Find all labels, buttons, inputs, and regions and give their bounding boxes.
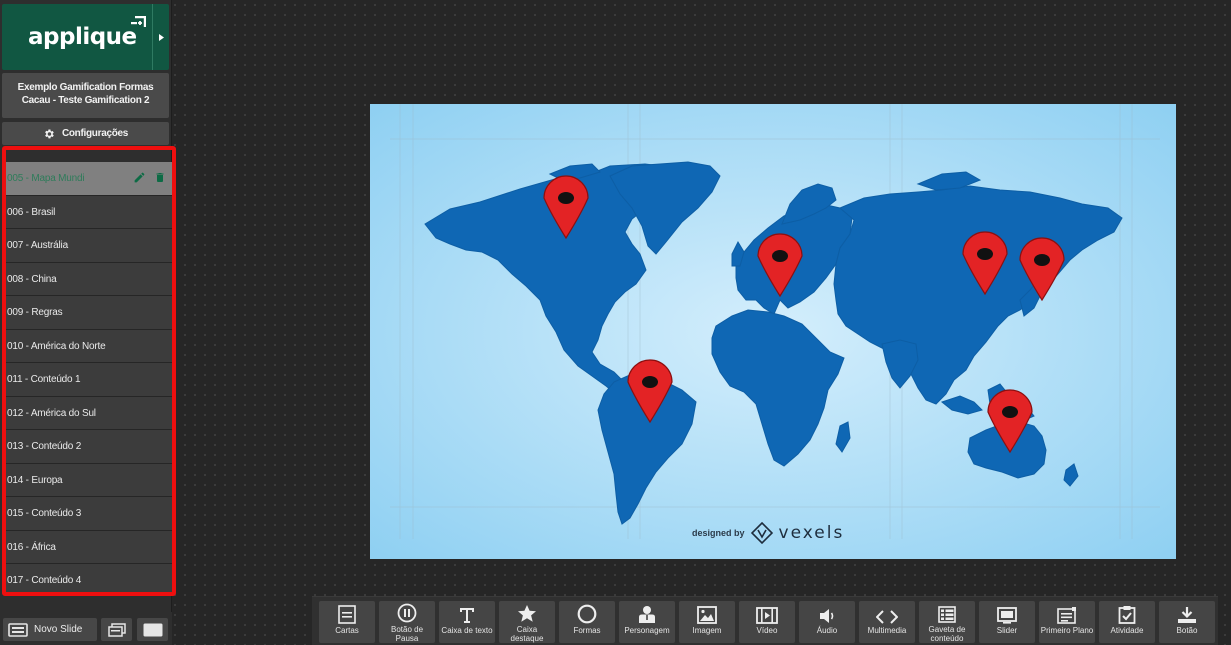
- tool-label: Cartas: [335, 626, 359, 635]
- tool-caixa-de-texto[interactable]: Caixa de texto: [439, 601, 495, 643]
- blank-slide-icon: [143, 623, 162, 636]
- image-icon: [697, 606, 717, 624]
- slide-item-013[interactable]: 013 - Conteúdo 2: [6, 430, 172, 464]
- tool-slider[interactable]: Slider: [979, 601, 1035, 643]
- pencil-icon[interactable]: [133, 171, 146, 184]
- sidebar-collapse-button[interactable]: [152, 4, 169, 70]
- new-slide-label: Novo Slide: [34, 624, 83, 635]
- tool-gaveta-de-conteudo[interactable]: Gaveta de conteúdo: [919, 601, 975, 643]
- sidebar-footer: Novo Slide: [0, 612, 172, 645]
- new-slide-button[interactable]: Novo Slide: [3, 618, 97, 641]
- logo-text: applique: [28, 24, 137, 50]
- new-slide-icon: [8, 622, 28, 637]
- tool-label: Primeiro Plano: [1040, 626, 1094, 635]
- slide-item-008[interactable]: 008 - China: [6, 262, 172, 296]
- tool-multimedia[interactable]: Multimedia: [859, 601, 915, 643]
- settings-button[interactable]: Configurações: [2, 122, 169, 145]
- settings-label: Configurações: [61, 128, 129, 139]
- speaker-icon: [820, 609, 834, 623]
- circle-icon: [577, 604, 597, 624]
- text-icon: [460, 608, 474, 623]
- tool-label: Caixa de texto: [441, 626, 493, 635]
- download-icon: [1178, 607, 1196, 623]
- slide-item-005[interactable]: 005 - Mapa Mundi: [6, 162, 172, 196]
- project-title-line2: Cacau - Teste Gamification 2: [21, 95, 150, 106]
- tool-video[interactable]: Vídeo: [739, 601, 795, 643]
- tool-label: Botão: [1176, 626, 1198, 635]
- gear-icon: [45, 129, 54, 138]
- slide-item-label: 005 - Mapa Mundi: [7, 173, 85, 184]
- blank-slide-button[interactable]: [137, 618, 168, 641]
- code-icon: [876, 610, 898, 624]
- foreground-icon: [1057, 607, 1076, 624]
- vexels-logo-icon: [750, 522, 773, 544]
- world-map-image: [370, 104, 1176, 559]
- tool-label: Áudio: [816, 626, 838, 635]
- tool-imagem[interactable]: Imagem: [679, 601, 735, 643]
- slide-item-007[interactable]: 007 - Austrália: [6, 229, 172, 263]
- tool-label: Imagem: [692, 626, 722, 635]
- tool-label: Formas: [573, 626, 601, 635]
- trash-icon[interactable]: [154, 171, 166, 184]
- pause-icon: [397, 603, 417, 623]
- slider-icon: [997, 607, 1017, 624]
- tool-label: Slider: [996, 626, 1018, 635]
- tool-label: Multimedia: [867, 626, 907, 635]
- tool-atividade[interactable]: Atividade: [1099, 601, 1155, 643]
- duplicate-slides-icon: [107, 622, 126, 637]
- slide-item-006[interactable]: 006 - Brasil: [6, 195, 172, 229]
- tool-formas[interactable]: Formas: [559, 601, 615, 643]
- character-icon: [639, 606, 655, 623]
- sidebar: applique Exemplo Gamification Formas Cac…: [0, 0, 176, 645]
- slide-item-010[interactable]: 010 - América do Norte: [6, 329, 172, 363]
- tool-cartas[interactable]: Cartas: [319, 601, 375, 643]
- slide-item-014[interactable]: 014 - Europa: [6, 463, 172, 497]
- tool-audio[interactable]: Áudio: [799, 601, 855, 643]
- project-title[interactable]: Exemplo Gamification Formas Cacau - Test…: [2, 73, 169, 118]
- credit-brand: vexels: [778, 523, 845, 543]
- slide-item-012[interactable]: 012 - América do Sul: [6, 396, 172, 430]
- slide-item-009[interactable]: 009 - Regras: [6, 296, 172, 330]
- slide-item-015[interactable]: 015 - Conteúdo 3: [6, 497, 172, 531]
- tool-label: Gaveta de conteúdo: [928, 625, 966, 643]
- tool-caixa-destaque[interactable]: Caixa destaque: [499, 601, 555, 643]
- slide-item-011[interactable]: 011 - Conteúdo 1: [6, 363, 172, 397]
- cards-icon: [338, 605, 356, 624]
- project-title-line1: Exemplo Gamification Formas: [17, 82, 154, 93]
- tool-label: Caixa destaque: [510, 625, 544, 643]
- film-icon: [756, 607, 778, 624]
- slide-item-017[interactable]: 017 - Conteúdo 4: [6, 564, 172, 592]
- tool-botao-de-pausa[interactable]: Botão de Pausa: [379, 601, 435, 643]
- logo[interactable]: applique: [2, 4, 169, 70]
- tool-label: Botão de Pausa: [390, 625, 424, 643]
- logo-mark-icon: [131, 16, 146, 27]
- slide-item-016[interactable]: 016 - África: [6, 530, 172, 564]
- tool-label: Personagem: [624, 626, 670, 635]
- image-credit: designed by vexels: [692, 522, 844, 544]
- tool-botao[interactable]: Botão: [1159, 601, 1215, 643]
- chevron-right-icon: [158, 33, 164, 41]
- tool-primeiro-plano[interactable]: Primeiro Plano: [1039, 601, 1095, 643]
- tool-personagem[interactable]: Personagem: [619, 601, 675, 643]
- tool-label: Atividade: [1110, 626, 1144, 635]
- component-toolbar: Cartas Botão de Pausa Caixa de texto Cai…: [312, 596, 1218, 645]
- duplicate-slide-button[interactable]: [101, 618, 132, 641]
- tool-label: Vídeo: [756, 626, 778, 635]
- credit-prefix: designed by: [692, 528, 745, 538]
- activity-icon: [1118, 606, 1136, 624]
- slide-canvas[interactable]: designed by vexels: [370, 104, 1176, 559]
- star-icon: [518, 605, 536, 622]
- slide-list: 005 - Mapa Mundi 006 - Brasil 007 - Aust…: [2, 146, 176, 596]
- drawer-icon: [938, 606, 956, 623]
